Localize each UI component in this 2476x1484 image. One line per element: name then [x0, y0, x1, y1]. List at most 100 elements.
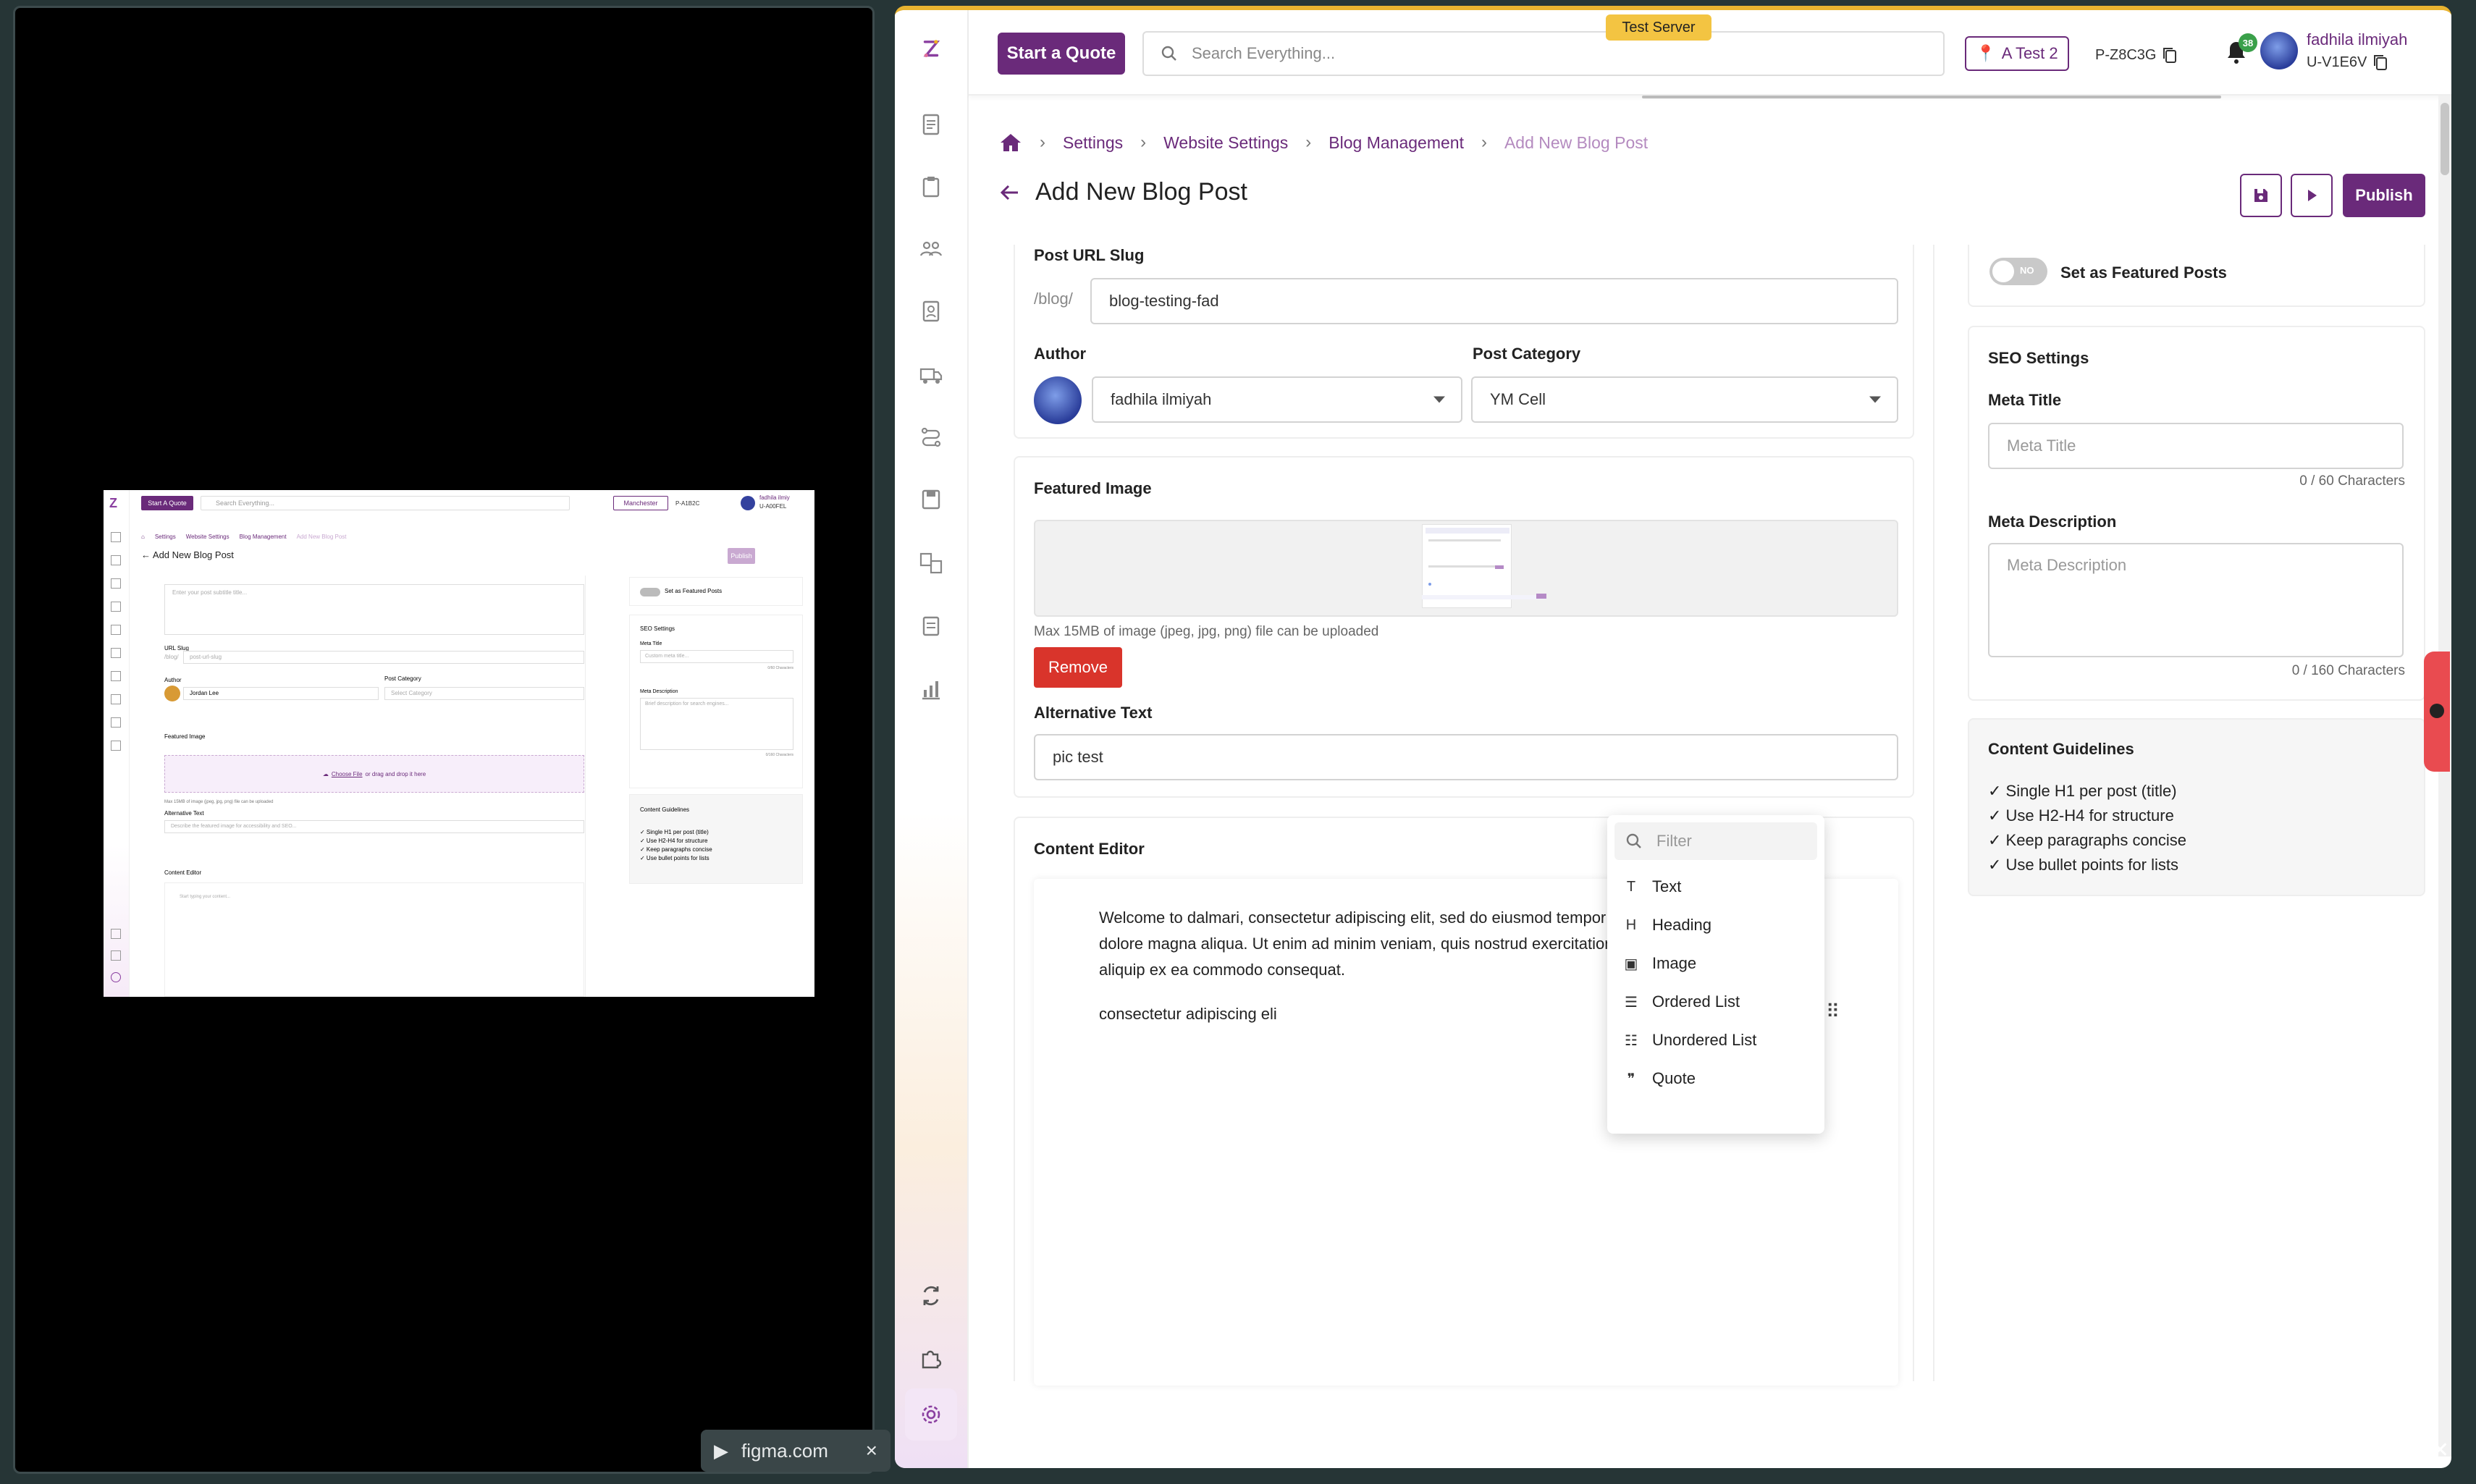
menu-item-image[interactable]: ▣ Image — [1623, 954, 1697, 973]
location-button[interactable]: 📍 A Test 2 — [1965, 36, 2069, 71]
mini-breadcrumb: ⌂ Settings Website Settings Blog Managem… — [141, 534, 347, 540]
sync-icon[interactable] — [917, 1281, 946, 1310]
contacts-icon[interactable] — [917, 297, 946, 326]
save-document-icon[interactable] — [917, 485, 946, 514]
feedback-tab[interactable] — [2424, 652, 2450, 772]
menu-item-text[interactable]: T Text — [1623, 877, 1681, 896]
save-button[interactable] — [2240, 174, 2282, 217]
mini-nav-icon — [111, 625, 121, 635]
save-icon — [2254, 189, 2267, 202]
mini-meta-count: 0/60 Characters — [767, 666, 793, 670]
quote-icon: ❞ — [1627, 1071, 1635, 1087]
mini-meta-desc-count: 0/160 Characters — [765, 753, 793, 757]
mini-nav-icon — [111, 950, 121, 961]
close-window-icon[interactable]: ✕ — [2431, 1438, 2449, 1463]
routes-icon[interactable] — [917, 423, 946, 452]
alt-text-value: pic test — [1053, 748, 1103, 766]
preview-button[interactable] — [2291, 174, 2333, 217]
slug-input[interactable]: blog-testing-fad — [1090, 278, 1898, 324]
crumb-blog-management[interactable]: Blog Management — [1328, 133, 1464, 153]
featured-toggle[interactable]: NO — [1989, 258, 2047, 285]
meta-title-label: Meta Title — [1988, 391, 2062, 409]
menu-item-label: Heading — [1652, 916, 1711, 934]
menu-item-label: Text — [1652, 877, 1682, 895]
menu-item-heading[interactable]: H Heading — [1623, 916, 1711, 935]
home-icon[interactable] — [999, 132, 1022, 153]
mini-meta-title-input: Custom meta title... — [640, 650, 793, 663]
mini-slug-input: post-url-slug — [183, 651, 584, 664]
editor-line[interactable]: consectetur adipiscing eli — [1099, 1005, 1277, 1024]
meta-title-count: 0 / 60 Characters — [2299, 473, 2405, 489]
menu-item-unordered-list[interactable]: ☷ Unordered List — [1623, 1031, 1756, 1050]
guideline-item: ✓ Keep paragraphs concise — [1988, 831, 2187, 849]
scrollbar[interactable] — [2438, 96, 2451, 1456]
logo-icon[interactable] — [917, 35, 946, 64]
alt-text-input[interactable]: pic test — [1034, 734, 1898, 780]
ordered-list-icon: ☰ — [1625, 994, 1638, 1011]
copy-icon[interactable] — [2372, 54, 2388, 71]
customers-icon[interactable] — [917, 235, 946, 264]
slug-value: blog-testing-fad — [1109, 292, 1219, 310]
mini-alt-label: Alternative Text — [164, 810, 204, 817]
guidelines-list: ✓ Single H1 per post (title) ✓ Use H2-H4… — [1988, 779, 2186, 877]
mini-guideline: ✓ Single H1 per post (title) — [640, 829, 709, 835]
remove-button[interactable]: Remove — [1034, 647, 1122, 688]
close-icon[interactable]: × — [866, 1439, 877, 1462]
mini-location: Manchester — [613, 496, 668, 510]
content-guidelines-card: Content Guidelines ✓ Single H1 per post … — [1968, 718, 2425, 896]
mini-avatar — [741, 496, 755, 510]
drag-handle-icon[interactable]: ⠿ — [1826, 1002, 1840, 1021]
author-select[interactable]: fadhila ilmiyah — [1092, 376, 1462, 423]
test-server-badge: Test Server — [1606, 14, 1711, 41]
mini-nav-icon — [111, 648, 121, 658]
mini-drag-text: or drag and drop it here — [365, 770, 426, 777]
transfer-icon[interactable] — [917, 549, 946, 578]
content-guidelines-title: Content Guidelines — [1988, 740, 2134, 758]
meta-title-input[interactable]: Meta Title — [1988, 423, 2404, 469]
menu-filter-input[interactable]: Filter — [1614, 822, 1817, 860]
crumb-settings[interactable]: Settings — [1063, 133, 1123, 153]
chevron-right-icon: › — [1481, 132, 1487, 152]
copy-icon[interactable] — [2162, 46, 2178, 64]
image-preview-area[interactable] — [1034, 520, 1898, 617]
clipboard-icon[interactable] — [917, 172, 946, 201]
scrollbar-thumb[interactable] — [2441, 103, 2449, 175]
search-input[interactable]: Search Everything... — [1142, 31, 1945, 76]
mini-search: Search Everything... — [201, 496, 570, 510]
mini-editor-label: Content Editor — [164, 869, 202, 876]
category-select[interactable]: YM Cell — [1471, 376, 1898, 423]
mini-crumb: Blog Management — [239, 534, 287, 540]
feedback-icon — [2430, 704, 2444, 718]
column-divider — [1933, 245, 1934, 1381]
author-label: Author — [1034, 345, 1087, 363]
truck-icon[interactable] — [917, 361, 946, 389]
start-quote-button[interactable]: Start a Quote — [998, 33, 1125, 75]
reports-icon[interactable] — [917, 675, 946, 704]
text-icon: T — [1626, 878, 1636, 895]
meta-description-placeholder: Meta Description — [2007, 556, 2127, 574]
publish-button[interactable]: Publish — [2343, 174, 2425, 217]
menu-item-label: Ordered List — [1652, 992, 1740, 1011]
play-icon — [2308, 190, 2317, 201]
mini-category-label: Post Category — [384, 675, 421, 682]
mini-meta-desc-label: Meta Description — [640, 689, 678, 694]
puzzle-icon[interactable] — [917, 1344, 946, 1373]
documents-icon[interactable] — [917, 110, 946, 139]
share-tab[interactable]: ▶ figma.com × — [701, 1430, 890, 1472]
gear-icon[interactable] — [917, 1400, 946, 1429]
caret-down-icon — [1433, 396, 1445, 403]
checklist-icon[interactable] — [917, 611, 946, 640]
crumb-current: Add New Blog Post — [1504, 132, 1648, 152]
notifications-button[interactable]: 38 — [2224, 33, 2257, 69]
mini-publish: Publish — [728, 548, 755, 564]
slug-author-card: Post URL Slug /blog/ blog-testing-fad Au… — [1014, 245, 1914, 439]
menu-item-label: Quote — [1652, 1069, 1696, 1087]
back-arrow-icon[interactable] — [999, 182, 1021, 203]
user-menu[interactable]: fadhila ilmiyah U-V1E6V — [2260, 30, 2407, 71]
featured-image-card: Featured Image Max 15MB of image (jpeg, … — [1014, 456, 1914, 798]
menu-item-quote[interactable]: ❞ Quote — [1623, 1069, 1696, 1088]
meta-description-input[interactable]: Meta Description — [1988, 543, 2404, 657]
crumb-website-settings[interactable]: Website Settings — [1163, 133, 1288, 153]
menu-item-ordered-list[interactable]: ☰ Ordered List — [1623, 992, 1740, 1011]
menu-item-label: Image — [1652, 954, 1697, 972]
